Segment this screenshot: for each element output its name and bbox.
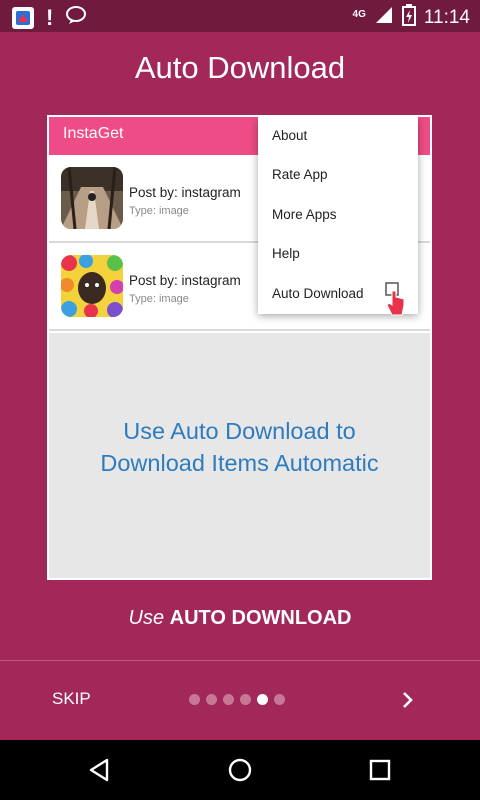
back-icon	[89, 758, 109, 782]
caption-prefix: Use	[128, 607, 165, 629]
item-title: Post by: instagram	[129, 273, 241, 288]
back-button[interactable]	[85, 755, 115, 785]
page-dot	[240, 694, 251, 705]
page-dot-active	[257, 694, 268, 705]
chevron-right-icon	[403, 692, 413, 708]
recents-button[interactable]	[365, 755, 395, 785]
network-type: 4G	[352, 8, 366, 20]
overflow-menu: About Rate App More Apps Help Auto Downl…	[258, 117, 418, 316]
page-title: Auto Download	[134, 50, 346, 85]
recents-icon	[369, 759, 391, 781]
clock: 11:14	[423, 7, 470, 28]
battery-icon	[401, 4, 416, 32]
menu-item-about: About	[272, 128, 308, 143]
app-preview-card: InstaGet Post by: instagram Type: image	[47, 115, 432, 580]
app-notification-icon	[12, 6, 34, 29]
promo-line-2: Download Items Automatic	[100, 450, 379, 476]
status-bar: ! 4G 11:14	[0, 0, 480, 32]
promo-line-1: Use Auto Download to	[123, 418, 356, 444]
preview-app-name: InstaGet	[63, 125, 124, 142]
menu-item-auto-download: Auto Download	[272, 286, 364, 301]
menu-item-more-apps: More Apps	[272, 207, 337, 222]
signal-icon	[374, 5, 394, 31]
chat-icon	[65, 5, 87, 30]
tap-pointer-icon	[384, 281, 408, 326]
bridge-thumbnail	[61, 167, 123, 229]
page-dot	[223, 694, 234, 705]
item-subtitle: Type: image	[129, 205, 189, 217]
next-button[interactable]	[398, 689, 418, 711]
alert-icon: !	[46, 4, 54, 30]
page-dot	[189, 694, 200, 705]
home-icon	[228, 758, 252, 782]
skip-button[interactable]: SKIP	[52, 689, 91, 709]
dog-candy-thumbnail	[61, 255, 123, 317]
item-subtitle: Type: image	[129, 293, 189, 305]
preview-body: Use Auto Download to Download Items Auto…	[49, 333, 430, 578]
feature-caption: Use AUTO DOWNLOAD	[0, 607, 480, 630]
page-dot	[274, 694, 285, 705]
home-button[interactable]	[225, 755, 255, 785]
caption-emphasis: AUTO DOWNLOAD	[169, 607, 352, 629]
menu-item-rate-app: Rate App	[272, 167, 328, 182]
promo-text: Use Auto Download to Download Items Auto…	[49, 415, 430, 479]
divider	[0, 660, 480, 661]
navigation-bar	[0, 740, 480, 800]
page-indicator	[189, 694, 285, 705]
item-title: Post by: instagram	[129, 185, 241, 200]
menu-item-help: Help	[272, 246, 300, 261]
page-dot	[206, 694, 217, 705]
